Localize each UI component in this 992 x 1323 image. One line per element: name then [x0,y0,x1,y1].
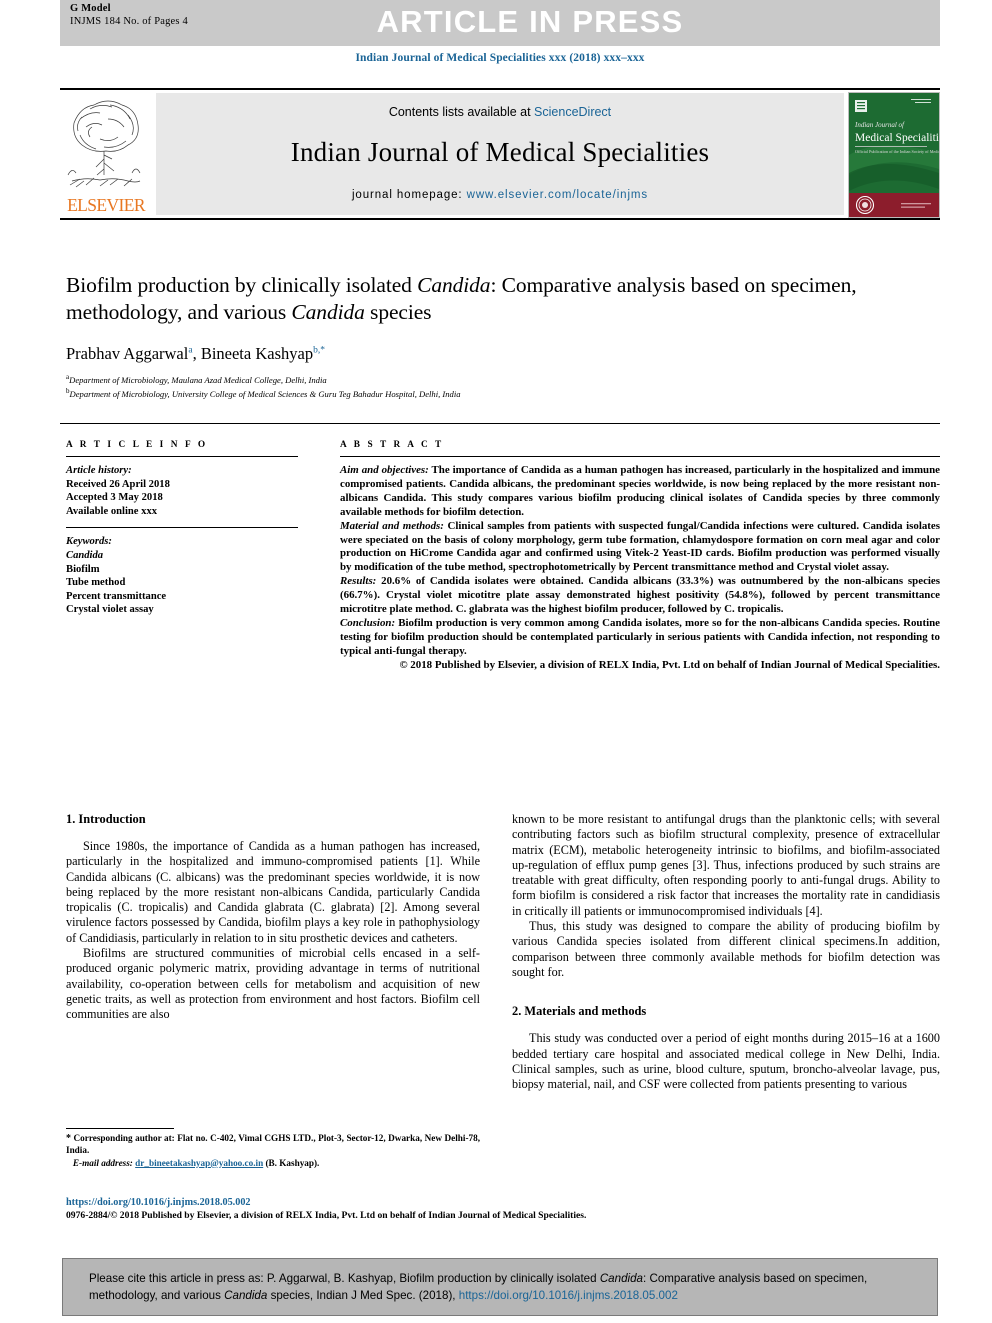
sciencedirect-link[interactable]: ScienceDirect [534,105,611,119]
title-italic-candida-1: Candida [417,273,491,297]
footnote-rule [66,1128,174,1129]
cite-doi-link[interactable]: https://doi.org/10.1016/j.injms.2018.05.… [459,1289,678,1302]
keywords-block: Keywords: Candida Biofilm Tube method Pe… [66,535,298,617]
abstract-methods-label: Material and methods: [340,519,444,532]
abstract-conclusion-text: Biofilm production is very common among … [340,616,940,657]
abstract-methods-paragraph: Material and methods: Clinical samples f… [340,520,940,576]
issn-copyright-line: 0976-2884/© 2018 Published by Elsevier, … [66,1210,587,1221]
article-info-rule-top [66,456,298,457]
article-info-rule-bottom [66,527,298,529]
abstract-results-paragraph: Results: 20.6% of Candida isolates were … [340,575,940,617]
affiliation-b: bDepartment of Microbiology, University … [66,386,886,400]
elsevier-logo[interactable]: ELSEVIER [60,90,152,220]
article-received-date: Received 26 April 2018 [66,478,170,490]
journal-homepage-link[interactable]: www.elsevier.com/locate/injms [467,189,648,201]
email-address-label: E-mail address: [72,1157,133,1168]
article-info-heading: A R T I C L E I N F O [66,440,208,450]
keywords-label: Keywords: [66,536,112,548]
info-abstract-divider [60,423,940,424]
article-accepted-date: Accepted 3 May 2018 [66,492,163,504]
section-heading-introduction: 1. Introduction [66,812,146,826]
abstract-rule [340,456,940,457]
journal-homepage-line: journal homepage: www.elsevier.com/locat… [156,189,844,201]
email-owner-text: (B. Kashyap). [263,1157,320,1168]
g-model-label: G Model [70,3,111,14]
please-cite-text: Please cite this article in press as: P.… [89,1271,921,1304]
author-name-2[interactable]: Bineeta Kashyap [201,344,313,363]
svg-text:Medical Specialities: Medical Specialities [855,132,939,144]
author-name-1[interactable]: Prabhav Aggarwal [66,344,188,363]
affiliation-a: aDepartment of Microbiology, Maulana Aza… [66,372,886,386]
g-model-block: G Model INJMS 184 No. of Pages 4 [70,3,188,28]
abstract-conclusion-label: Conclusion: [340,616,396,629]
doi-link[interactable]: https://doi.org/10.1016/j.injms.2018.05.… [66,1196,946,1209]
cite-prefix: Please cite this article in press as: P.… [89,1272,600,1285]
article-history-label: Article history: [66,465,132,476]
abstract-results-text: 20.6% of Candida isolates were obtained.… [340,575,940,616]
cite-italic-candida-2: Candida [224,1288,268,1302]
author-2-affiliation-marker: b,* [313,345,325,356]
journal-masthead: ELSEVIER Contents lists available at Sci… [60,88,940,220]
abstract-heading: A B S T R A C T [340,440,444,450]
journal-cover-thumbnail[interactable]: Indian Journal of Medical Specialities O… [848,92,940,218]
intro-paragraph-1: Since 1980s, the importance of Candida a… [66,839,480,945]
svg-text:Indian Journal of: Indian Journal of [854,121,905,129]
abstract-aim-text: The importance of Candida as a human pat… [340,464,940,518]
abstract-aim-label: Aim and objectives: [340,464,429,476]
keyword-item-2: Tube method [66,577,126,589]
elsevier-wordmark: ELSEVIER [67,195,145,215]
corresponding-author-text: Corresponding author at: Flat no. C-402,… [66,1133,480,1155]
keyword-item-0: Candida [66,549,104,561]
corresponding-author-note: * Corresponding author at: Flat no. C-40… [66,1133,480,1157]
affiliation-a-text: Department of Microbiology, Maulana Azad… [69,374,327,385]
homepage-prefix-text: journal homepage: [351,189,467,201]
page-title: Biofilm production by clinically isolate… [66,272,866,326]
article-info-column: A R T I C L E I N F O Article history: R… [66,440,298,617]
please-cite-box: Please cite this article in press as: P.… [62,1258,938,1316]
author-list: Prabhav Aggarwala, Bineeta Kashyapb,* [66,344,325,363]
elsevier-tree-icon [67,100,141,188]
abstract-results-label: Results: [340,575,377,588]
article-in-press-text: ARTICLE IN PRESS [376,4,684,39]
keyword-item-3: Percent transmittance [66,590,167,602]
intro-paragraph-2: Biofilms are structured communities of m… [66,946,480,1022]
abstract-body: Aim and objectives: The importance of Ca… [340,464,940,673]
contents-available-line: Contents lists available at ScienceDirec… [156,105,844,119]
keyword-item-1: Biofilm [66,563,100,575]
journal-contents-box: Contents lists available at ScienceDirec… [156,93,844,215]
title-segment-1: Biofilm production by clinically isolate… [66,273,418,297]
contents-prefix-text: Contents lists available at [388,105,535,119]
body-left-column: 1. Introduction Since 1980s, the importa… [66,812,480,1023]
affiliation-list: aDepartment of Microbiology, Maulana Aza… [66,372,886,401]
article-history-block: Article history: Received 26 April 2018 … [66,464,298,518]
article-in-press-banner: ARTICLE IN PRESS [60,0,940,46]
journal-title: Indian Journal of Medical Specialities [290,137,710,167]
journal-cover-artwork: Indian Journal of Medical Specialities O… [849,93,939,217]
body-right-column: known to be more resistant to antifungal… [512,812,940,1092]
svg-text:Official Publication of the In: Official Publication of the Indian Socie… [855,149,939,154]
email-address-link[interactable]: dr_bineetakashyap@yahoo.co.in [135,1158,263,1168]
journal-citation-line: Indian Journal of Medical Specialities x… [355,52,645,64]
title-italic-candida-2: Candida [291,300,365,324]
footnote-block: * Corresponding author at: Flat no. C-40… [66,1128,480,1169]
intro-paragraph-4: Thus, this study was designed to compare… [512,919,940,979]
abstract-column: A B S T R A C T Aim and objectives: The … [340,440,940,673]
author-1-affiliation-marker: a [188,345,193,356]
title-segment-3: species [364,300,432,324]
abstract-copyright: © 2018 Published by Elsevier, a division… [399,658,940,671]
keyword-item-4: Crystal violet assay [66,604,154,616]
article-available-online: Available online xxx [66,505,158,517]
abstract-conclusion-paragraph: Conclusion: Biofilm production is very c… [340,617,940,659]
cite-italic-candida-1: Candida [599,1272,644,1285]
email-note: E-mail address: dr_bineetakashyap@yahoo.… [66,1158,480,1170]
cite-suffix: species, Indian J Med Spec. (2018), [267,1288,459,1302]
intro-paragraph-3: known to be more resistant to antifungal… [512,812,940,918]
abstract-aim-paragraph: Aim and objectives: The importance of Ca… [340,464,940,520]
g-model-reference: INJMS 184 No. of Pages 4 [70,15,188,27]
affiliation-b-text: Department of Microbiology, University C… [69,389,461,400]
methods-paragraph-1: This study was conducted over a period o… [512,1031,940,1092]
section-heading-materials-and-methods: 2. Materials and methods [512,1004,647,1019]
